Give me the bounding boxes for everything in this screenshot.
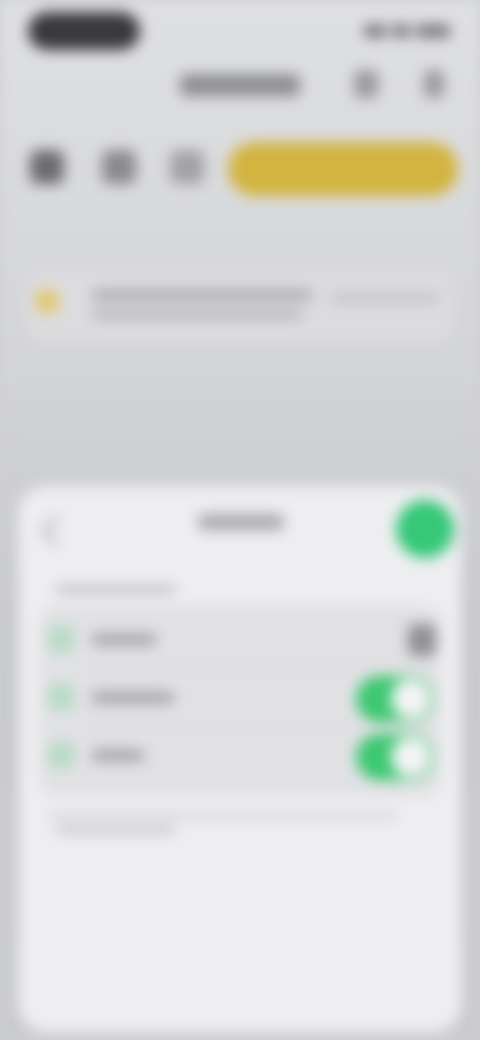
section-footer-text [48,812,398,819]
list-icon[interactable] [102,150,136,184]
blurred-screen [0,0,480,1040]
grid-icon[interactable] [30,150,64,184]
primary-action-button[interactable] [228,142,458,196]
row-divider [92,726,432,727]
settings-row-label [92,750,144,761]
notice-banner[interactable] [26,270,454,342]
battery-icon [416,25,450,37]
wifi-icon [392,25,410,37]
signal-icon [364,25,386,37]
banner-link[interactable] [330,294,440,302]
toggle-knob [391,679,431,719]
share-icon[interactable] [354,70,378,98]
checkmark-icon[interactable] [396,500,454,558]
row-divider [92,668,432,669]
banner-text-line [92,310,302,319]
banner-text-line [92,290,312,300]
settings-toggle[interactable] [356,734,434,780]
section-footer-text [56,826,176,834]
filter-icon[interactable] [170,150,204,184]
check-icon [48,684,74,710]
toggle-knob [391,737,431,777]
status-bar-indicators [360,22,450,40]
warning-icon [36,290,58,312]
settings-toggle[interactable] [356,676,434,722]
nav-title [180,74,300,96]
section-header [56,585,176,594]
check-icon [48,626,74,652]
settings-row-label [92,692,174,703]
settings-row-label [92,634,156,645]
sheet-title [198,514,284,530]
more-icon[interactable] [424,70,444,98]
status-bar-time-pill [28,12,140,50]
check-icon [48,742,74,768]
lock-icon [408,624,436,656]
